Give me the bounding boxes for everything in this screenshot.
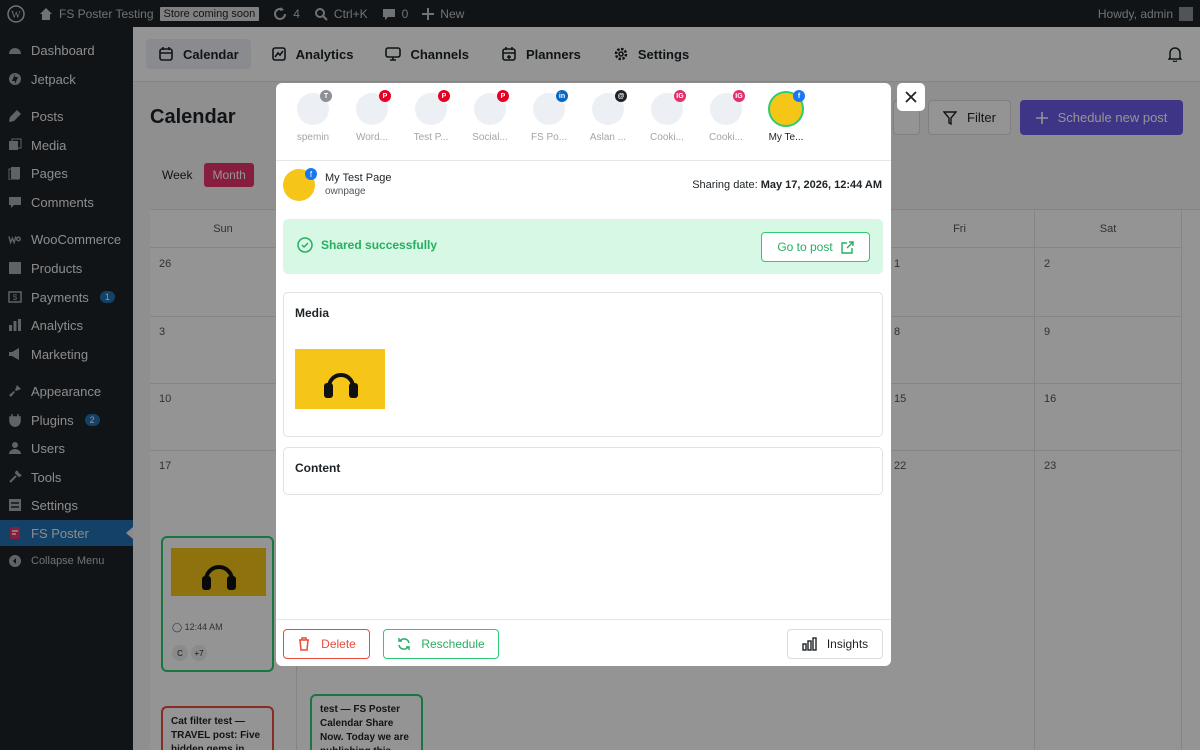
trash-icon bbox=[299, 637, 310, 651]
insights-button[interactable]: Insights bbox=[787, 629, 883, 659]
status-banner: Shared successfully Go to post bbox=[283, 219, 883, 274]
channel-avatar: P bbox=[474, 90, 509, 125]
media-section: Media bbox=[283, 292, 883, 437]
facebook-icon: f bbox=[793, 90, 805, 102]
content-title: Content bbox=[295, 461, 341, 475]
channel-avatar: IG bbox=[651, 90, 686, 125]
channel-selector: T spemin P Word... P Test P... P Social.… bbox=[276, 83, 891, 161]
channel-avatar: IG bbox=[710, 90, 745, 125]
channel-name: Cooki... bbox=[709, 132, 743, 143]
pinterest-icon: P bbox=[379, 90, 391, 102]
channel-item[interactable]: in FS Po... bbox=[525, 90, 573, 143]
delete-button[interactable]: Delete bbox=[283, 629, 370, 659]
channel-network-badge: T bbox=[320, 90, 332, 102]
channel-item[interactable]: IG Cooki... bbox=[702, 90, 750, 143]
account-name: My Test Page bbox=[325, 172, 392, 184]
media-title: Media bbox=[295, 306, 330, 320]
go-to-post-label: Go to post bbox=[777, 240, 833, 254]
facebook-icon: f bbox=[305, 168, 317, 180]
pinterest-icon: P bbox=[497, 90, 509, 102]
channel-avatar: @ bbox=[592, 90, 627, 125]
channel-item[interactable]: IG Cooki... bbox=[643, 90, 691, 143]
sharing-date-value: May 17, 2026, 12:44 AM bbox=[760, 179, 882, 191]
channel-item[interactable]: P Social... bbox=[466, 90, 514, 143]
sharing-date: Sharing date: May 17, 2026, 12:44 AM bbox=[692, 179, 882, 191]
channel-item-selected[interactable]: f My Te... bbox=[762, 90, 810, 143]
instagram-icon: IG bbox=[674, 90, 686, 102]
external-link-icon bbox=[840, 240, 854, 254]
channel-name: Word... bbox=[355, 132, 389, 143]
channel-avatar: P bbox=[356, 90, 391, 125]
status-text: Shared successfully bbox=[321, 238, 438, 252]
linkedin-icon: in bbox=[556, 90, 568, 102]
insights-label: Insights bbox=[826, 637, 869, 651]
post-details-modal: T spemin P Word... P Test P... P Social.… bbox=[276, 83, 891, 666]
channel-name: FS Po... bbox=[530, 132, 568, 143]
channel-name: Social... bbox=[472, 132, 508, 143]
channel-item[interactable]: P Test P... bbox=[407, 90, 455, 143]
go-to-post-button[interactable]: Go to post bbox=[761, 232, 870, 262]
sharing-date-label: Sharing date: bbox=[692, 179, 758, 191]
channel-item[interactable]: @ Aslan ... bbox=[584, 90, 632, 143]
modal-footer: Delete Reschedule Insights bbox=[276, 619, 891, 666]
close-modal-button[interactable] bbox=[897, 83, 925, 111]
channel-avatar: P bbox=[415, 90, 450, 125]
account-info: f My Test Page ownpage Sharing date: May… bbox=[283, 168, 883, 201]
account-type: ownpage bbox=[325, 186, 366, 197]
content-section: Content bbox=[283, 447, 883, 495]
media-thumbnail[interactable] bbox=[295, 349, 385, 409]
channel-item[interactable]: P Word... bbox=[348, 90, 396, 143]
channel-name: Cooki... bbox=[650, 132, 684, 143]
bar-chart-icon bbox=[802, 637, 817, 651]
reschedule-button[interactable]: Reschedule bbox=[383, 629, 499, 659]
close-icon bbox=[905, 91, 917, 103]
channel-name: My Te... bbox=[768, 132, 804, 143]
check-circle-icon bbox=[297, 237, 313, 253]
channel-item[interactable]: T spemin bbox=[289, 90, 337, 143]
threads-icon: @ bbox=[615, 90, 627, 102]
status-message: Shared successfully bbox=[297, 237, 437, 253]
channel-avatar: T bbox=[297, 90, 332, 125]
refresh-icon bbox=[398, 638, 411, 650]
channel-name: spemin bbox=[296, 132, 330, 143]
pinterest-icon: P bbox=[438, 90, 450, 102]
channel-name: Test P... bbox=[413, 132, 449, 143]
channel-avatar: in bbox=[533, 90, 568, 125]
instagram-icon: IG bbox=[733, 90, 745, 102]
delete-label: Delete bbox=[321, 637, 356, 651]
reschedule-label: Reschedule bbox=[421, 637, 485, 651]
channel-name: Aslan ... bbox=[589, 132, 627, 143]
channel-avatar: f bbox=[768, 90, 805, 127]
